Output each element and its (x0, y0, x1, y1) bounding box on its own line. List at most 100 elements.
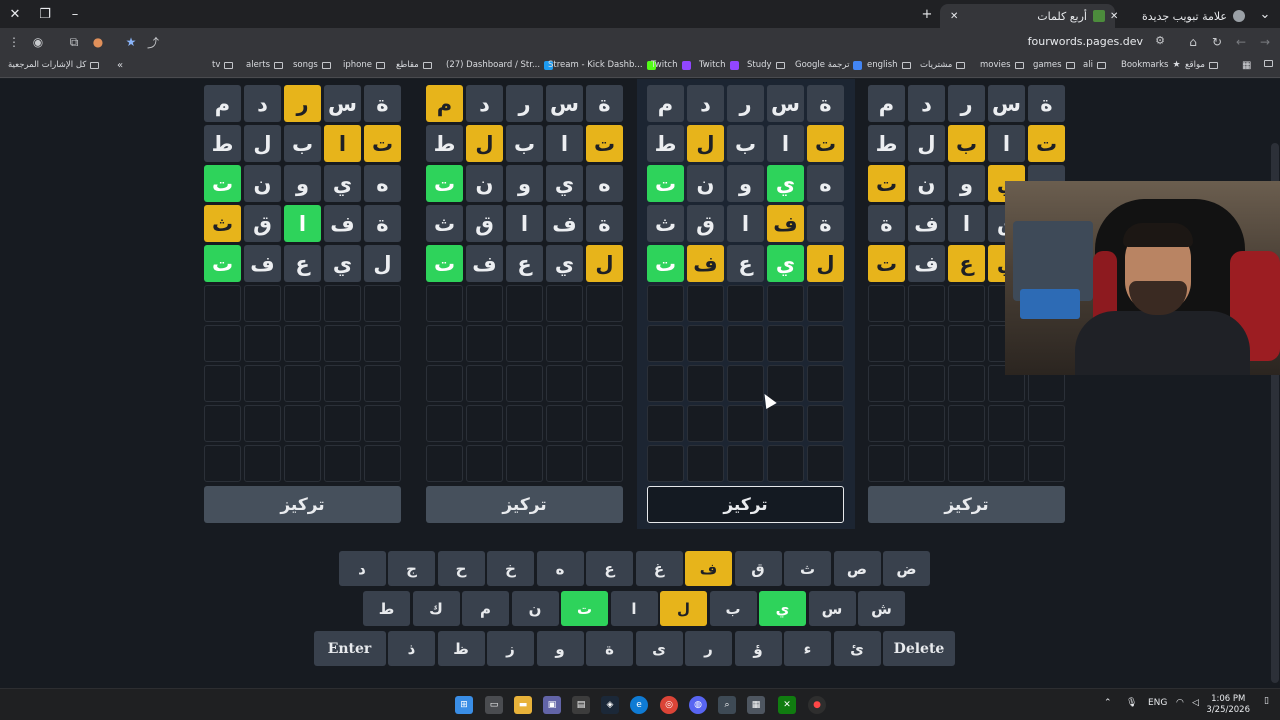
keyboard-key[interactable]: ه (536, 551, 584, 586)
close-tab-icon[interactable]: ✕ (1110, 11, 1118, 22)
keyboard-key[interactable]: ء (784, 631, 831, 666)
edge-icon[interactable]: e (630, 696, 648, 714)
keyboard-key[interactable]: س (808, 591, 856, 626)
task-view-icon[interactable]: ▭ (485, 696, 503, 714)
focus-board-button[interactable]: تركيز (868, 486, 1065, 523)
steam-icon[interactable]: ◈ (601, 696, 619, 714)
bookmark-kick[interactable]: Stream - Kick Dashb... (548, 60, 656, 70)
keyboard-key[interactable]: ص (833, 551, 881, 586)
app-icon[interactable]: ▦ (747, 696, 765, 714)
keyboard-key[interactable]: ز (487, 631, 534, 666)
keyboard-key[interactable]: ع (586, 551, 633, 586)
keyboard-key[interactable]: ا (610, 591, 658, 626)
keyboard-key[interactable]: ق (734, 551, 782, 586)
bookmark-twitch-1[interactable]: Twitch (651, 60, 691, 70)
bookmark-purchases[interactable]: مشتريات (920, 60, 966, 70)
bookmark-tv[interactable]: tv (212, 60, 234, 70)
keyboard-key[interactable]: ف (685, 551, 732, 586)
minimize-window-icon[interactable]: – (60, 0, 90, 28)
site-settings-icon[interactable]: ⚙ (1155, 34, 1165, 47)
bookmarks-overflow-icon[interactable]: « (117, 60, 123, 71)
keyboard-key[interactable]: ظ (437, 631, 485, 666)
bookmark-iphone[interactable]: iphone (343, 60, 385, 70)
bookmark-movies[interactable]: movies (980, 60, 1024, 70)
keyboard-key[interactable]: ؤ (734, 631, 782, 666)
focus-board-button[interactable]: تركيز (204, 486, 401, 523)
tab-new[interactable]: ✕ علامة تبويب جديدة (1100, 4, 1255, 28)
bookmark-study[interactable]: Study (747, 60, 785, 70)
menu-icon[interactable]: ⋮ (6, 34, 22, 50)
file-explorer-icon[interactable]: ▬ (514, 696, 532, 714)
terminal-icon[interactable]: ▤ (572, 696, 590, 714)
apps-grid-icon[interactable]: ▦ (1242, 60, 1251, 71)
keyboard-key[interactable]: ذ (388, 631, 435, 666)
restore-window-icon[interactable]: ❐ (30, 0, 60, 28)
bookmark-games[interactable]: games (1033, 60, 1075, 70)
bookmark-bookmarks[interactable]: Bookmarks ★ (1121, 60, 1181, 70)
extensions-icon[interactable]: ⧉ (66, 34, 82, 50)
bookmark-english[interactable]: english (867, 60, 911, 70)
close-window-icon[interactable]: ✕ (0, 0, 30, 28)
xbox-icon[interactable]: ✕ (778, 696, 796, 714)
keyboard-key[interactable]: ل (660, 591, 707, 626)
keyboard-key[interactable]: ي (759, 591, 806, 626)
new-tab-icon[interactable]: + (912, 0, 942, 28)
bookmark-star-icon[interactable]: ★ (123, 34, 139, 50)
keyboard-key[interactable]: ن (511, 591, 559, 626)
bookmark-dashboard[interactable]: (27) Dashboard / Str... (446, 60, 554, 70)
keyboard-key[interactable]: ئ (833, 631, 881, 666)
profile-icon[interactable]: ◉ (30, 34, 46, 50)
bookmark-ali[interactable]: ali (1083, 60, 1106, 70)
keyboard-key[interactable]: ح (437, 551, 485, 586)
extension-icon[interactable]: ● (90, 34, 106, 50)
bookmark-songs[interactable]: songs (293, 60, 331, 70)
enter-key[interactable]: Enter (313, 631, 386, 666)
tab-active[interactable]: ✕ أربع كلمات (940, 4, 1115, 28)
keyboard-key[interactable]: ك (412, 591, 460, 626)
bookmark-all[interactable]: كل الإشارات المرجعية (8, 60, 100, 70)
bookmark-clips[interactable]: مقاطع (396, 60, 432, 70)
keyboard-key[interactable]: ش (858, 591, 905, 626)
keyboard-key[interactable]: خ (487, 551, 534, 586)
keyboard-key[interactable]: و (536, 631, 584, 666)
focus-board-button[interactable]: تركيز (647, 486, 844, 523)
keyboard-key[interactable]: ة (586, 631, 633, 666)
discord-icon[interactable]: ◍ (689, 696, 707, 714)
search-app-icon[interactable]: ⌕ (718, 696, 736, 714)
keyboard-key[interactable]: ج (388, 551, 435, 586)
close-tab-icon[interactable]: ✕ (950, 11, 958, 22)
delete-key[interactable]: Delete (883, 631, 955, 666)
store-icon[interactable]: ▣ (543, 696, 561, 714)
system-clock[interactable]: 1:06 PM 3/25/2026 (1206, 694, 1250, 716)
share-icon[interactable]: ⤴ (145, 34, 161, 50)
tray-overflow-icon[interactable]: ⌃ (1104, 698, 1112, 708)
bookmark-alerts[interactable]: alerts (246, 60, 284, 70)
reload-icon[interactable]: ↻ (1209, 34, 1225, 50)
notifications-icon[interactable]: ▯ (1264, 696, 1269, 706)
keyboard-key[interactable]: غ (635, 551, 683, 586)
language-indicator[interactable]: ENG (1148, 698, 1167, 708)
microphone-icon[interactable]: 🎙 (1126, 698, 1137, 708)
volume-icon[interactable]: ◁ (1192, 698, 1199, 708)
focus-board-button[interactable]: تركيز (426, 486, 623, 523)
keyboard-key[interactable]: م (462, 591, 509, 626)
keyboard-key[interactable]: ت (561, 591, 608, 626)
tab-search-icon[interactable]: ⌄ (1250, 0, 1280, 28)
keyboard-key[interactable]: ى (635, 631, 683, 666)
bookmark-google-translate[interactable]: Google ترجمة (795, 60, 863, 70)
keyboard-key[interactable]: ط (363, 591, 410, 626)
keyboard-key[interactable]: ث (784, 551, 831, 586)
windows-start-icon[interactable]: ⊞ (455, 696, 473, 714)
keyboard-key[interactable]: د (338, 551, 386, 586)
forward-icon[interactable]: ← (1233, 34, 1249, 50)
keyboard-key[interactable]: ر (685, 631, 732, 666)
home-icon[interactable]: ⌂ (1185, 34, 1201, 50)
keyboard-key[interactable]: ض (883, 551, 930, 586)
record-icon[interactable]: ● (808, 696, 826, 714)
folder-icon[interactable] (1264, 60, 1273, 67)
address-bar[interactable]: fourwords.pages.dev ⚙ (170, 32, 1175, 52)
wifi-icon[interactable]: ◠ (1176, 698, 1184, 708)
bookmark-twitch-2[interactable]: Twitch (699, 60, 739, 70)
scrollbar[interactable] (1270, 79, 1280, 688)
chrome-icon[interactable]: ◎ (660, 696, 678, 714)
